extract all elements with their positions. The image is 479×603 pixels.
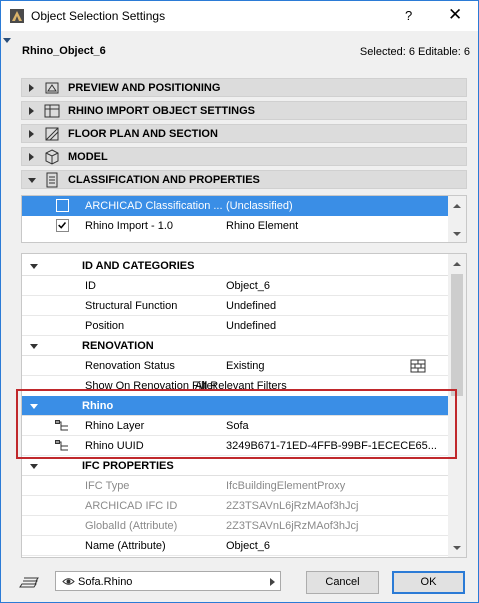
- property-value[interactable]: Undefined: [226, 320, 276, 332]
- panel-label: RHINO IMPORT OBJECT SETTINGS: [68, 105, 256, 117]
- scroll-up-icon[interactable]: [453, 262, 461, 266]
- property-row-renovation-filter[interactable]: Show On Renovation Filter All Relevant F…: [22, 376, 450, 390]
- property-value[interactable]: Undefined: [226, 300, 276, 312]
- classification-row[interactable]: ARCHICAD Classification ... (Unclassifie…: [22, 196, 448, 216]
- classification-value: Rhino Element: [226, 220, 299, 232]
- preview-icon: [45, 82, 59, 94]
- model-cube-icon: [45, 149, 59, 165]
- expand-arrow-icon[interactable]: [29, 107, 34, 115]
- scroll-down-icon[interactable]: [453, 232, 461, 236]
- dialog-footer: Sofa.Rhino Cancel OK: [1, 561, 478, 603]
- group-id-categories[interactable]: ID AND CATEGORIES: [22, 256, 450, 276]
- property-value[interactable]: Object_6: [226, 280, 270, 292]
- scroll-down-icon[interactable]: [453, 546, 461, 550]
- collapse-arrow-icon[interactable]: [30, 344, 38, 349]
- panel-classification-properties[interactable]: CLASSIFICATION AND PROPERTIES: [21, 170, 467, 189]
- property-name: Structural Function: [85, 300, 178, 312]
- property-value[interactable]: Existing: [226, 360, 265, 372]
- property-row-position[interactable]: Position Undefined: [22, 316, 450, 336]
- collapse-arrow-icon[interactable]: [30, 264, 38, 269]
- property-row-structural-function[interactable]: Structural Function Undefined: [22, 296, 450, 316]
- property-value: 2Z3TSAVnL6jRzMAof3hJcj: [226, 500, 359, 512]
- group-renovation[interactable]: RENOVATION: [22, 336, 450, 356]
- archicad-app-icon: [10, 9, 24, 23]
- property-name: Renovation Status: [85, 360, 175, 372]
- favorites-icon[interactable]: [19, 572, 39, 590]
- ok-button[interactable]: OK: [392, 571, 465, 594]
- classification-list: ARCHICAD Classification ... (Unclassifie…: [21, 195, 467, 243]
- object-name: Rhino_Object_6: [22, 45, 106, 57]
- classification-value: (Unclassified): [226, 200, 293, 212]
- panel-label: CLASSIFICATION AND PROPERTIES: [68, 174, 260, 186]
- property-value[interactable]: Object_6: [226, 540, 270, 552]
- classification-scrollbar[interactable]: [448, 196, 466, 242]
- property-name: Name (Attribute): [85, 540, 166, 552]
- scroll-up-icon[interactable]: [453, 204, 461, 208]
- classification-system: Rhino Import - 1.0: [85, 220, 174, 232]
- rhino-group-highlight: [16, 389, 457, 459]
- floor-plan-icon: [45, 127, 59, 141]
- classification-checkbox[interactable]: [56, 219, 69, 232]
- panel-label: FLOOR PLAN AND SECTION: [68, 128, 218, 140]
- classification-icon: [46, 172, 58, 188]
- object-selection-settings-dialog: Object Selection Settings ? ✕ Rhino_Obje…: [0, 0, 479, 603]
- cancel-button[interactable]: Cancel: [306, 571, 379, 594]
- close-button[interactable]: ✕: [448, 5, 462, 25]
- panel-preview-positioning[interactable]: PREVIEW AND POSITIONING: [21, 78, 467, 97]
- collapse-arrow-icon[interactable]: [30, 464, 38, 469]
- group-label: ID AND CATEGORIES: [82, 260, 195, 272]
- property-row-archicad-ifc-id: ARCHICAD IFC ID 2Z3TSAVnL6jRzMAof3hJcj: [22, 496, 450, 516]
- property-name: ID: [85, 280, 96, 292]
- dialog-menu-arrow-icon[interactable]: [3, 38, 11, 43]
- selection-info: Selected: 6 Editable: 6: [359, 46, 470, 58]
- property-row-globalid: GlobalId (Attribute) 2Z3TSAVnL6jRzMAof3h…: [22, 516, 450, 536]
- group-label: IFC PROPERTIES: [82, 460, 174, 472]
- property-row-id[interactable]: ID Object_6: [22, 276, 450, 296]
- panel-rhino-import-settings[interactable]: RHINO IMPORT OBJECT SETTINGS: [21, 101, 467, 120]
- collapse-arrow-icon[interactable]: [28, 178, 36, 183]
- classification-row[interactable]: Rhino Import - 1.0 Rhino Element: [22, 216, 448, 236]
- panel-model[interactable]: MODEL: [21, 147, 467, 166]
- layer-dropdown-value: Sofa.Rhino: [78, 576, 133, 588]
- expand-arrow-icon[interactable]: [29, 130, 34, 138]
- expand-arrow-icon[interactable]: [29, 153, 34, 161]
- group-ifc-properties[interactable]: IFC PROPERTIES: [22, 456, 450, 476]
- checkmark-icon: [58, 222, 67, 229]
- group-label: RENOVATION: [82, 340, 154, 352]
- property-row-ifc-type: IFC Type IfcBuildingElementProxy: [22, 476, 450, 496]
- property-name: ARCHICAD IFC ID: [85, 500, 178, 512]
- help-button[interactable]: ?: [405, 8, 412, 23]
- property-name: Position: [85, 320, 125, 332]
- brick-wall-icon: [410, 359, 426, 373]
- window-title: Object Selection Settings: [31, 9, 166, 23]
- scroll-thumb[interactable]: [451, 274, 463, 396]
- panel-floor-plan-section[interactable]: FLOOR PLAN AND SECTION: [21, 124, 467, 143]
- dropdown-arrow-icon[interactable]: [270, 578, 275, 586]
- import-settings-icon: [44, 104, 60, 118]
- panel-label: MODEL: [68, 151, 108, 163]
- property-name: GlobalId (Attribute): [85, 520, 178, 532]
- expand-arrow-icon[interactable]: [29, 84, 34, 92]
- classification-system: ARCHICAD Classification ...: [85, 200, 223, 212]
- panel-label: PREVIEW AND POSITIONING: [68, 82, 221, 94]
- eye-icon: [62, 578, 75, 585]
- property-value: 2Z3TSAVnL6jRzMAof3hJcj: [226, 520, 359, 532]
- title-bar: Object Selection Settings ? ✕: [1, 1, 478, 31]
- layer-dropdown[interactable]: Sofa.Rhino: [55, 571, 281, 591]
- property-name: IFC Type: [85, 480, 130, 492]
- property-row-renovation-status[interactable]: Renovation Status Existing: [22, 356, 450, 376]
- classification-checkbox[interactable]: [56, 199, 69, 212]
- property-value: IfcBuildingElementProxy: [226, 480, 346, 492]
- property-row-name-attribute[interactable]: Name (Attribute) Object_6: [22, 536, 450, 556]
